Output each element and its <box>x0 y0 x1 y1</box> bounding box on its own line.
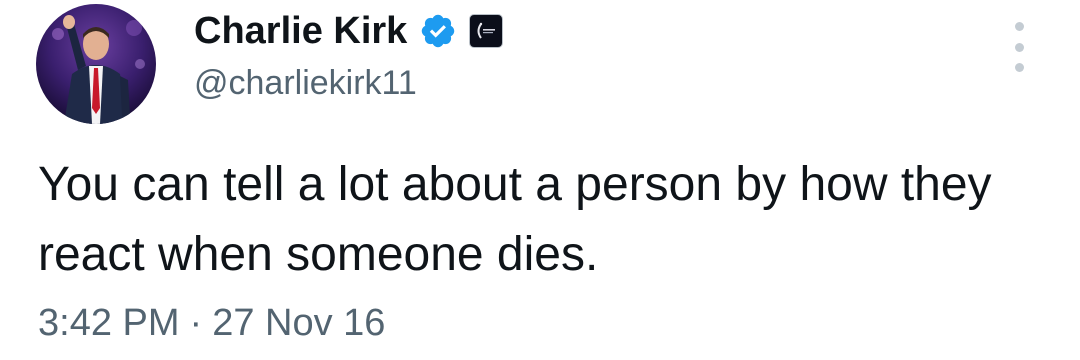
author-display-name[interactable]: Charlie Kirk <box>194 10 407 53</box>
more-dot <box>1014 42 1024 52</box>
tweet-timestamp: 3:42 PM · 27 Nov 16 <box>38 302 385 345</box>
tweet-time[interactable]: 3:42 PM <box>38 302 180 345</box>
avatar[interactable] <box>36 4 156 124</box>
author-handle[interactable]: @charliekirk11 <box>194 64 417 103</box>
avatar-image <box>36 4 156 124</box>
tweet-text: You can tell a lot about a person by how… <box>38 158 992 281</box>
more-dot <box>1014 22 1024 31</box>
more-dot <box>1014 63 1024 72</box>
more-options-icon[interactable] <box>1004 22 1034 72</box>
tweet-date[interactable]: 27 Nov 16 <box>212 302 385 345</box>
tweet-card[interactable]: Charlie Kirk @charliekirk11 You can tell… <box>0 0 1080 360</box>
author-name-row: Charlie Kirk <box>194 8 504 54</box>
verified-badge-icon[interactable] <box>419 12 457 50</box>
meta-separator: · <box>189 302 203 344</box>
organization-logo-icon[interactable] <box>469 14 504 48</box>
